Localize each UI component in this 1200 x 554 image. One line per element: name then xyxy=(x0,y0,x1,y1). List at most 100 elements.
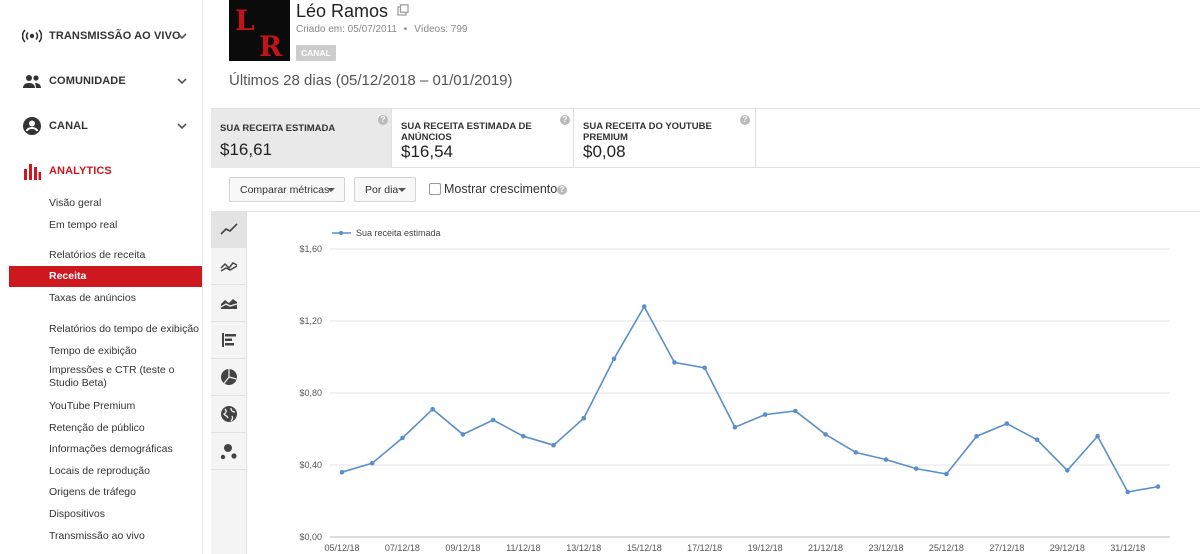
svg-text:L: L xyxy=(235,4,255,37)
meta-separator: • xyxy=(403,24,408,35)
data-point[interactable] xyxy=(672,360,677,365)
data-point[interactable] xyxy=(339,469,345,475)
help-icon[interactable]: ? xyxy=(557,185,567,195)
caret-down-icon xyxy=(398,188,406,192)
chevron-down-icon xyxy=(177,33,187,40)
data-point[interactable] xyxy=(762,412,768,417)
data-point[interactable] xyxy=(1004,421,1010,426)
line-chart-icon xyxy=(219,223,238,235)
chart-type-map[interactable] xyxy=(211,396,246,433)
data-point[interactable] xyxy=(611,356,617,362)
sidebar-item-revenue[interactable]: Receita xyxy=(9,266,202,287)
sidebar-item-youtube-premium[interactable]: YouTube Premium xyxy=(49,400,135,413)
sidebar-item-demographics[interactable]: Informações demográficas xyxy=(49,443,173,456)
data-point[interactable] xyxy=(460,432,466,437)
analytics-page: TRANSMISSÃO AO VIVO COMUNIDADE CANAL ANA… xyxy=(0,0,1200,554)
sidebar-item-realtime[interactable]: Em tempo real xyxy=(49,219,117,232)
y-tick-label: $1,60 xyxy=(299,244,322,254)
compare-metrics-dropdown[interactable]: Comparar métricas xyxy=(229,177,345,202)
data-point[interactable] xyxy=(430,406,435,412)
legend-label: Sua receita estimada xyxy=(356,228,441,238)
chevron-down-icon xyxy=(177,123,187,130)
sidebar-item-revenue-reports[interactable]: Relatórios de receita xyxy=(49,249,145,262)
sidebar-section-analytics[interactable]: ANALYTICS xyxy=(0,159,202,183)
metric-label: SUA RECEITA DO YOUTUBE PREMIUM xyxy=(583,121,712,143)
sidebar-item-audience-retention[interactable]: Retenção de público xyxy=(49,422,145,435)
show-growth-checkbox[interactable] xyxy=(429,183,441,195)
multi-line-chart-icon xyxy=(219,262,237,272)
data-point[interactable] xyxy=(883,457,889,462)
metric-card-estimated-revenue[interactable]: SUA RECEITA ESTIMADA $16,61 ? xyxy=(211,109,392,168)
caret-down-icon xyxy=(327,188,335,192)
sidebar-section-live[interactable]: TRANSMISSÃO AO VIVO xyxy=(0,24,202,48)
channel-avatar[interactable]: L R xyxy=(229,0,290,61)
live-broadcast-icon xyxy=(22,26,42,46)
data-point[interactable] xyxy=(641,304,647,309)
x-tick-label: 05/12/18 xyxy=(324,543,359,553)
sidebar-section-community[interactable]: COMUNIDADE xyxy=(0,69,202,93)
chart-type-area[interactable] xyxy=(211,285,246,322)
chart-type-multi-line[interactable] xyxy=(211,248,246,285)
sidebar-item-ad-rates[interactable]: Taxas de anúncios xyxy=(49,292,136,305)
sidebar-section-label: COMUNIDADE xyxy=(49,75,126,87)
help-icon[interactable]: ? xyxy=(378,115,388,125)
channel-name[interactable]: Léo Ramos xyxy=(296,1,388,22)
data-point[interactable] xyxy=(490,417,496,423)
legend-marker xyxy=(338,230,344,236)
data-point[interactable] xyxy=(400,435,405,441)
chart-type-selector xyxy=(211,211,247,554)
chart-type-line[interactable] xyxy=(211,211,246,248)
data-point[interactable] xyxy=(581,415,587,421)
show-growth-label[interactable]: Mostrar crescimento xyxy=(444,182,557,196)
data-point[interactable] xyxy=(521,433,526,439)
y-axis: $0,00 $0,40 $0,80 $1,20 $1,60 xyxy=(299,244,322,542)
data-point[interactable] xyxy=(1095,433,1100,439)
chart-grid xyxy=(330,248,1170,538)
bar-chart-horizontal-icon xyxy=(221,333,236,347)
sidebar-item-overview[interactable]: Visão geral xyxy=(49,197,101,210)
sidebar-item-watch-time[interactable]: Tempo de exibição xyxy=(49,345,137,358)
data-point[interactable] xyxy=(1034,437,1040,443)
metric-card-premium-revenue[interactable]: SUA RECEITA DO YOUTUBE PREMIUM $0,08 ? xyxy=(574,109,756,168)
compare-metrics-label: Comparar métricas xyxy=(240,183,330,196)
data-point[interactable] xyxy=(853,450,859,455)
sidebar-item-watch-time-reports[interactable]: Relatórios do tempo de exibição xyxy=(49,323,199,336)
chart-type-bar[interactable] xyxy=(211,322,246,359)
chart-legend[interactable]: Sua receita estimada xyxy=(332,228,441,238)
sidebar-section-channel[interactable]: CANAL xyxy=(0,114,202,138)
metric-label: SUA RECEITA ESTIMADA xyxy=(220,123,336,134)
data-point[interactable] xyxy=(793,408,798,414)
data-point[interactable] xyxy=(369,460,375,466)
x-tick-label: 13/12/18 xyxy=(566,543,601,553)
metric-card-ad-revenue[interactable]: SUA RECEITA ESTIMADA DE ANÚNCIOS $16,54 … xyxy=(392,109,574,168)
data-point[interactable] xyxy=(1155,484,1161,489)
data-point[interactable] xyxy=(732,424,738,430)
chart-type-bubble[interactable] xyxy=(211,433,246,470)
data-point[interactable] xyxy=(1125,489,1131,495)
external-link-icon[interactable] xyxy=(397,4,409,16)
x-tick-label: 19/12/18 xyxy=(748,543,783,553)
chart-type-pie[interactable] xyxy=(211,359,246,396)
date-range-title: Últimos 28 dias (05/12/2018 – 01/01/2019… xyxy=(229,72,513,89)
data-point[interactable] xyxy=(551,442,556,448)
sidebar-item-impressions-ctr[interactable]: Impressões e CTR (teste o Studio Beta) xyxy=(49,364,189,390)
sidebar-item-live-streaming[interactable]: Transmissão ao vivo xyxy=(49,530,145,543)
help-icon[interactable]: ? xyxy=(560,115,570,125)
data-point[interactable] xyxy=(1065,468,1070,473)
sidebar: TRANSMISSÃO AO VIVO COMUNIDADE CANAL ANA… xyxy=(0,0,203,554)
interval-dropdown[interactable]: Por dia xyxy=(354,177,416,202)
x-tick-label: 21/12/18 xyxy=(808,543,843,553)
series-points xyxy=(339,304,1161,495)
sidebar-item-traffic-sources[interactable]: Origens de tráfego xyxy=(49,486,136,499)
data-point[interactable] xyxy=(702,365,707,371)
data-point[interactable] xyxy=(823,432,828,437)
chevron-down-icon xyxy=(177,78,187,85)
data-point[interactable] xyxy=(913,466,919,471)
sidebar-item-playback-locations[interactable]: Locais de reprodução xyxy=(49,465,150,478)
x-axis: 05/12/18 07/12/18 09/12/18 11/12/18 13/12/18… xyxy=(324,543,1145,553)
x-tick-label: 17/12/18 xyxy=(687,543,722,553)
data-point[interactable] xyxy=(974,433,979,439)
data-point[interactable] xyxy=(944,471,949,477)
sidebar-item-devices[interactable]: Dispositivos xyxy=(49,508,105,521)
help-icon[interactable]: ? xyxy=(740,115,750,125)
